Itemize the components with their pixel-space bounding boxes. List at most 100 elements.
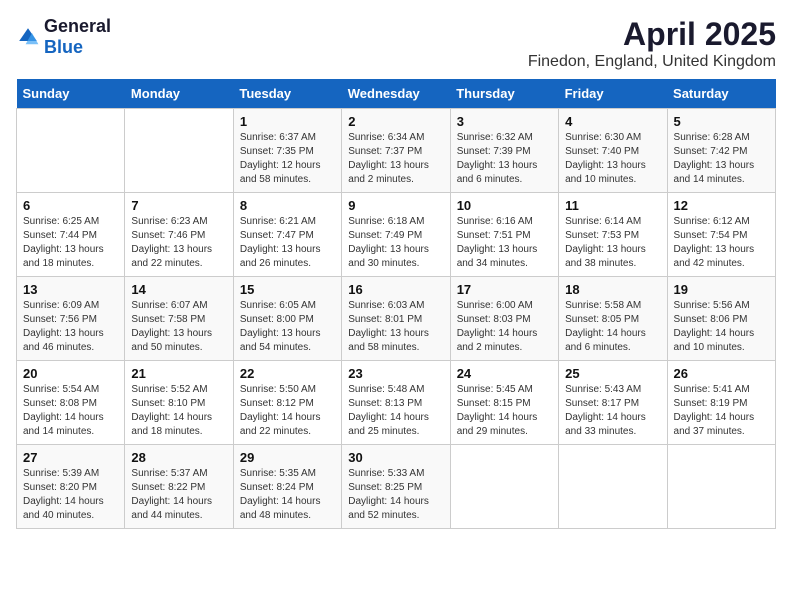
day-number: 3 — [457, 114, 552, 129]
calendar-cell: 27Sunrise: 5:39 AMSunset: 8:20 PMDayligh… — [17, 445, 125, 529]
day-info: Sunrise: 6:21 AMSunset: 7:47 PMDaylight:… — [240, 215, 335, 271]
day-info: Sunrise: 6:28 AMSunset: 7:42 PMDaylight:… — [674, 131, 769, 187]
day-info: Sunrise: 6:00 AMSunset: 8:03 PMDaylight:… — [457, 299, 552, 355]
day-number: 4 — [565, 114, 660, 129]
calendar-cell: 2 Sunrise: 6:34 AMSunset: 7:37 PMDaylight… — [342, 109, 450, 193]
day-number: 24 — [457, 366, 552, 381]
calendar-week-row: 20Sunrise: 5:54 AMSunset: 8:08 PMDayligh… — [17, 361, 776, 445]
day-info: Sunrise: 5:58 AMSunset: 8:05 PMDaylight:… — [565, 299, 660, 355]
calendar-cell: 5 Sunrise: 6:28 AMSunset: 7:42 PMDaylight… — [667, 109, 775, 193]
calendar-cell — [17, 109, 125, 193]
day-number: 12 — [674, 198, 769, 213]
calendar-cell: 25 Sunrise: 5:43 AMSunset: 8:17 PMDayligh… — [559, 361, 667, 445]
calendar-cell: 14 Sunrise: 6:07 AMSunset: 7:58 PMDayligh… — [125, 277, 233, 361]
main-title: April 2025 — [528, 16, 776, 53]
calendar-cell: 7 Sunrise: 6:23 AMSunset: 7:46 PMDaylight… — [125, 193, 233, 277]
calendar-cell: 19 Sunrise: 5:56 AMSunset: 8:06 PMDayligh… — [667, 277, 775, 361]
day-number: 26 — [674, 366, 769, 381]
day-number: 7 — [131, 198, 226, 213]
calendar-week-row: 27Sunrise: 5:39 AMSunset: 8:20 PMDayligh… — [17, 445, 776, 529]
day-number: 19 — [674, 282, 769, 297]
day-number: 14 — [131, 282, 226, 297]
day-number: 1 — [240, 114, 335, 129]
day-number: 6 — [23, 198, 118, 213]
day-info: Sunrise: 5:35 AMSunset: 8:24 PMDaylight:… — [240, 467, 335, 523]
day-info: Sunrise: 6:34 AMSunset: 7:37 PMDaylight:… — [348, 131, 443, 187]
day-number: 13 — [23, 282, 118, 297]
day-number: 30 — [348, 450, 443, 465]
day-info: Sunrise: 6:30 AMSunset: 7:40 PMDaylight:… — [565, 131, 660, 187]
weekday-header: Monday — [125, 79, 233, 109]
day-number: 18 — [565, 282, 660, 297]
day-number: 10 — [457, 198, 552, 213]
day-info: Sunrise: 6:23 AMSunset: 7:46 PMDaylight:… — [131, 215, 226, 271]
calendar-cell: 16Sunrise: 6:03 AMSunset: 8:01 PMDayligh… — [342, 277, 450, 361]
day-info: Sunrise: 6:14 AMSunset: 7:53 PMDaylight:… — [565, 215, 660, 271]
calendar-cell: 20Sunrise: 5:54 AMSunset: 8:08 PMDayligh… — [17, 361, 125, 445]
title-block: April 2025 Finedon, England, United King… — [528, 16, 776, 71]
calendar-cell — [450, 445, 558, 529]
calendar-cell: 24 Sunrise: 5:45 AMSunset: 8:15 PMDayligh… — [450, 361, 558, 445]
calendar-cell: 18 Sunrise: 5:58 AMSunset: 8:05 PMDayligh… — [559, 277, 667, 361]
weekday-header: Friday — [559, 79, 667, 109]
day-info: Sunrise: 5:33 AMSunset: 8:25 PMDaylight:… — [348, 467, 443, 523]
logo: General Blue — [16, 16, 111, 58]
calendar-cell: 29Sunrise: 5:35 AMSunset: 8:24 PMDayligh… — [233, 445, 341, 529]
day-info: Sunrise: 5:56 AMSunset: 8:06 PMDaylight:… — [674, 299, 769, 355]
calendar-cell: 23 Sunrise: 5:48 AMSunset: 8:13 PMDayligh… — [342, 361, 450, 445]
weekday-header: Tuesday — [233, 79, 341, 109]
logo-general: General — [44, 16, 111, 36]
calendar-week-row: 6 Sunrise: 6:25 AMSunset: 7:44 PMDaylight… — [17, 193, 776, 277]
day-info: Sunrise: 6:12 AMSunset: 7:54 PMDaylight:… — [674, 215, 769, 271]
day-info: Sunrise: 6:07 AMSunset: 7:58 PMDaylight:… — [131, 299, 226, 355]
day-number: 20 — [23, 366, 118, 381]
day-number: 2 — [348, 114, 443, 129]
subtitle: Finedon, England, United Kingdom — [528, 53, 776, 71]
calendar-cell: 8Sunrise: 6:21 AMSunset: 7:47 PMDaylight… — [233, 193, 341, 277]
calendar-cell: 30 Sunrise: 5:33 AMSunset: 8:25 PMDayligh… — [342, 445, 450, 529]
logo-blue: Blue — [44, 37, 83, 57]
calendar-cell — [125, 109, 233, 193]
page-header: General Blue April 2025 Finedon, England… — [16, 16, 776, 71]
calendar-cell: 1 Sunrise: 6:37 AMSunset: 7:35 PMDaylight… — [233, 109, 341, 193]
day-info: Sunrise: 6:09 AMSunset: 7:56 PMDaylight:… — [23, 299, 118, 355]
day-info: Sunrise: 5:45 AMSunset: 8:15 PMDaylight:… — [457, 383, 552, 439]
day-info: Sunrise: 6:25 AMSunset: 7:44 PMDaylight:… — [23, 215, 118, 271]
calendar-cell: 13 Sunrise: 6:09 AMSunset: 7:56 PMDayligh… — [17, 277, 125, 361]
day-info: Sunrise: 6:18 AMSunset: 7:49 PMDaylight:… — [348, 215, 443, 271]
calendar-week-row: 13 Sunrise: 6:09 AMSunset: 7:56 PMDayligh… — [17, 277, 776, 361]
calendar-cell: 6 Sunrise: 6:25 AMSunset: 7:44 PMDaylight… — [17, 193, 125, 277]
day-info: Sunrise: 6:16 AMSunset: 7:51 PMDaylight:… — [457, 215, 552, 271]
day-info: Sunrise: 5:43 AMSunset: 8:17 PMDaylight:… — [565, 383, 660, 439]
calendar-cell: 26 Sunrise: 5:41 AMSunset: 8:19 PMDayligh… — [667, 361, 775, 445]
calendar-cell: 22 Sunrise: 5:50 AMSunset: 8:12 PMDayligh… — [233, 361, 341, 445]
day-number: 27 — [23, 450, 118, 465]
calendar-cell: 21Sunrise: 5:52 AMSunset: 8:10 PMDayligh… — [125, 361, 233, 445]
day-info: Sunrise: 5:41 AMSunset: 8:19 PMDaylight:… — [674, 383, 769, 439]
weekday-row: SundayMondayTuesdayWednesdayThursdayFrid… — [17, 79, 776, 109]
day-number: 23 — [348, 366, 443, 381]
day-info: Sunrise: 5:37 AMSunset: 8:22 PMDaylight:… — [131, 467, 226, 523]
calendar-header: SundayMondayTuesdayWednesdayThursdayFrid… — [17, 79, 776, 109]
calendar-cell: 28Sunrise: 5:37 AMSunset: 8:22 PMDayligh… — [125, 445, 233, 529]
day-number: 5 — [674, 114, 769, 129]
weekday-header: Sunday — [17, 79, 125, 109]
day-info: Sunrise: 5:48 AMSunset: 8:13 PMDaylight:… — [348, 383, 443, 439]
calendar-cell: 3 Sunrise: 6:32 AMSunset: 7:39 PMDaylight… — [450, 109, 558, 193]
weekday-header: Thursday — [450, 79, 558, 109]
day-info: Sunrise: 6:32 AMSunset: 7:39 PMDaylight:… — [457, 131, 552, 187]
day-info: Sunrise: 6:05 AMSunset: 8:00 PMDaylight:… — [240, 299, 335, 355]
day-number: 22 — [240, 366, 335, 381]
day-number: 11 — [565, 198, 660, 213]
calendar-cell: 12 Sunrise: 6:12 AMSunset: 7:54 PMDayligh… — [667, 193, 775, 277]
day-number: 15 — [240, 282, 335, 297]
day-number: 25 — [565, 366, 660, 381]
calendar-body: 1 Sunrise: 6:37 AMSunset: 7:35 PMDaylight… — [17, 109, 776, 529]
day-info: Sunrise: 6:37 AMSunset: 7:35 PMDaylight:… — [240, 131, 335, 187]
day-info: Sunrise: 5:50 AMSunset: 8:12 PMDaylight:… — [240, 383, 335, 439]
day-number: 21 — [131, 366, 226, 381]
calendar-cell: 11 Sunrise: 6:14 AMSunset: 7:53 PMDayligh… — [559, 193, 667, 277]
logo-icon — [16, 25, 40, 49]
day-info: Sunrise: 6:03 AMSunset: 8:01 PMDaylight:… — [348, 299, 443, 355]
calendar-table: SundayMondayTuesdayWednesdayThursdayFrid… — [16, 79, 776, 529]
